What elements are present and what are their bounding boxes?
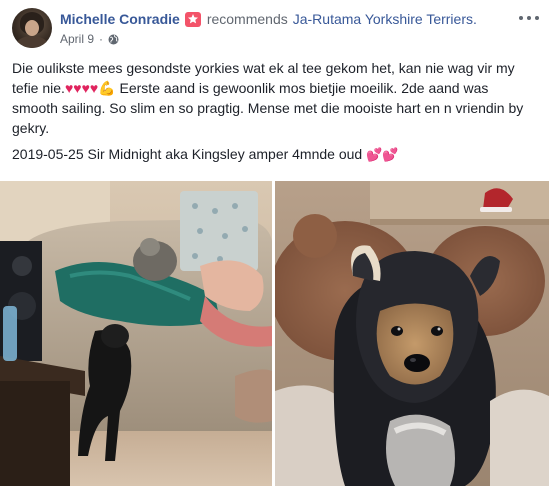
post-paragraph-1: Die oulikste mees gesondste yorkies wat …	[12, 58, 537, 138]
more-options-icon[interactable]	[519, 12, 539, 24]
photo-living-room-puppy[interactable]	[0, 181, 272, 486]
globe-icon[interactable]	[108, 34, 119, 45]
hearts-emoji: ♥♥♥♥	[64, 80, 99, 96]
post-meta: April 9 ·	[60, 32, 119, 46]
post-date[interactable]: April 9	[60, 32, 94, 46]
recommends-text: recommends	[206, 11, 288, 27]
separator: ·	[99, 32, 104, 46]
photo-puppy-closeup[interactable]	[275, 181, 549, 486]
post-text-line2: 2019-05-25 Sir Midnight aka Kingsley amp…	[12, 146, 363, 162]
author-name[interactable]: Michelle Conradie	[60, 11, 180, 27]
post-header: Michelle Conradie recommends Ja-Rutama Y…	[60, 10, 477, 28]
avatar[interactable]	[12, 8, 52, 48]
recommendation-star-icon	[184, 11, 201, 27]
post-body: Die oulikste mees gesondste yorkies wat …	[12, 58, 537, 171]
recommendation-post: Michelle Conradie recommends Ja-Rutama Y…	[0, 0, 549, 486]
post-paragraph-2: 2019-05-25 Sir Midnight aka Kingsley amp…	[12, 144, 537, 165]
page-link[interactable]: Ja-Rutama Yorkshire Terriers.	[293, 11, 477, 27]
flexed-arm-emoji: 💪	[98, 80, 116, 96]
two-hearts-emoji: 💕💕	[366, 147, 399, 162]
